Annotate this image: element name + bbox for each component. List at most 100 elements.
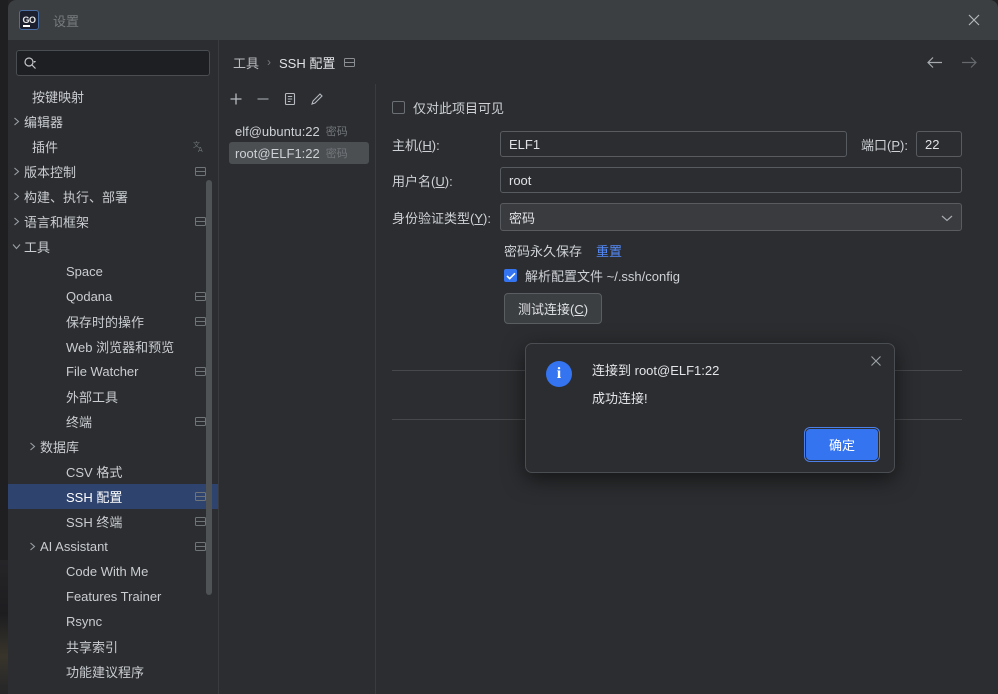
logo-text: GO xyxy=(22,15,36,25)
sidebar-item-label: Web 浏览器和预览 xyxy=(66,340,175,355)
sidebar-item-label: 工具 xyxy=(24,240,51,255)
search-container xyxy=(8,40,218,82)
project-scope-icon xyxy=(195,491,206,502)
sidebar-item-22[interactable]: 共享索引 xyxy=(8,634,218,659)
sidebar-item-label: SSH 配置 xyxy=(66,490,123,505)
ssh-config-list: elf@ubuntu:22 密码 root@ELF1:22 密码 xyxy=(219,114,375,164)
edit-config-button[interactable] xyxy=(310,92,324,106)
ssh-config-item[interactable]: elf@ubuntu:22 密码 xyxy=(229,120,369,142)
goland-logo-icon: GO xyxy=(19,10,39,30)
chevron-collapsed-icon[interactable] xyxy=(8,192,24,201)
sidebar-item-label: 按键映射 xyxy=(32,90,85,105)
username-input[interactable] xyxy=(500,167,962,193)
breadcrumb-separator: › xyxy=(267,55,272,69)
plus-icon xyxy=(230,93,242,105)
sidebar-item-4[interactable]: 构建、执行、部署 xyxy=(8,184,218,209)
test-connection-row: 测试连接(C) xyxy=(504,293,962,324)
sidebar-item-0[interactable]: 按键映射 xyxy=(8,84,218,109)
project-scope-icon xyxy=(195,516,206,527)
sidebar-item-20[interactable]: Features Trainer xyxy=(8,584,218,609)
remove-config-button[interactable] xyxy=(256,92,270,106)
parse-config-row[interactable]: 解析配置文件 ~/.ssh/config xyxy=(504,266,962,285)
sidebar-item-9[interactable]: 保存时的操作 xyxy=(8,309,218,334)
chevron-expanded-icon[interactable] xyxy=(8,242,24,251)
close-icon xyxy=(871,356,881,366)
sidebar-item-7[interactable]: Space xyxy=(8,259,218,284)
sidebar-item-5[interactable]: 语言和框架 xyxy=(8,209,218,234)
parse-config-checkbox[interactable] xyxy=(504,269,517,282)
copy-config-button[interactable] xyxy=(283,92,297,106)
chevron-collapsed-icon[interactable] xyxy=(8,217,24,226)
ssh-config-name: elf@ubuntu:22 xyxy=(235,123,320,139)
settings-content: 工具 › SSH 配置 elf@ubuntu:22 密码 root@ELF1:2… xyxy=(218,40,998,694)
navigation-buttons xyxy=(926,56,984,69)
password-save-label: 密码永久保存 xyxy=(504,244,583,259)
ssh-config-auth: 密码 xyxy=(325,148,348,160)
sidebar-item-8[interactable]: Qodana xyxy=(8,284,218,309)
search-box[interactable] xyxy=(16,50,210,76)
sidebar-item-12[interactable]: 外部工具 xyxy=(8,384,218,409)
check-icon xyxy=(505,272,516,280)
host-label: 主机(H): xyxy=(392,137,440,153)
sidebar-item-label: Qodana xyxy=(66,289,113,304)
breadcrumb-parent[interactable]: 工具 xyxy=(233,53,259,72)
sidebar-item-6[interactable]: 工具 xyxy=(8,234,218,259)
sidebar-item-21[interactable]: Rsync xyxy=(8,609,218,634)
auth-type-value: 密码 xyxy=(509,210,536,226)
visible-only-label: 仅对此项目可见 xyxy=(413,101,505,116)
arrow-right-icon xyxy=(962,56,977,68)
sidebar-scrollbar[interactable] xyxy=(206,180,212,595)
host-input[interactable] xyxy=(500,131,848,157)
sidebar-item-1[interactable]: 编辑器 xyxy=(8,109,218,134)
sidebar-item-10[interactable]: Web 浏览器和预览 xyxy=(8,334,218,359)
translate-scope-icon: 文A xyxy=(193,140,206,153)
project-scope-icon xyxy=(195,216,206,227)
sidebar-item-label: 语言和框架 xyxy=(24,215,90,230)
add-config-button[interactable] xyxy=(229,92,243,106)
sidebar-item-13[interactable]: 终端 xyxy=(8,409,218,434)
sidebar-item-23[interactable]: 功能建议程序 xyxy=(8,659,218,684)
port-input[interactable] xyxy=(916,131,962,157)
sidebar-item-2[interactable]: 插件 文 A xyxy=(8,134,218,159)
auth-type-label: 身份验证类型(Y): xyxy=(392,210,491,226)
ssh-config-item[interactable]: root@ELF1:22 密码 xyxy=(229,142,369,164)
username-row: 用户名(U): xyxy=(392,167,962,193)
sidebar-item-3[interactable]: 版本控制 xyxy=(8,159,218,184)
reset-password-link[interactable]: 重置 xyxy=(596,241,622,260)
dialog-body: i 连接到 root@ELF1:22 成功连接! xyxy=(526,344,894,407)
sidebar-item-18[interactable]: AI Assistant xyxy=(8,534,218,559)
search-input[interactable] xyxy=(41,56,203,70)
sidebar-item-16[interactable]: SSH 配置 xyxy=(8,484,218,509)
test-connection-button[interactable]: 测试连接(C) xyxy=(504,293,603,324)
sidebar-item-17[interactable]: SSH 终端 xyxy=(8,509,218,534)
chevron-collapsed-icon[interactable] xyxy=(8,167,24,176)
auth-type-select[interactable]: 密码 xyxy=(500,203,962,231)
chevron-collapsed-icon[interactable] xyxy=(8,117,24,126)
visible-only-row[interactable]: 仅对此项目可见 xyxy=(392,98,962,117)
chevron-collapsed-icon[interactable] xyxy=(24,442,40,451)
project-scope-icon xyxy=(195,366,206,377)
nav-back-button[interactable] xyxy=(926,56,943,69)
sidebar-item-15[interactable]: CSV 格式 xyxy=(8,459,218,484)
sidebar-item-11[interactable]: File Watcher xyxy=(8,359,218,384)
sidebar-item-label: 编辑器 xyxy=(24,115,64,130)
dialog-footer: 确定 xyxy=(803,427,881,462)
project-scope-icon xyxy=(195,541,206,552)
sidebar-item-label: 保存时的操作 xyxy=(66,315,145,330)
nav-forward-button[interactable] xyxy=(961,56,978,69)
connection-result-dialog: i 连接到 root@ELF1:22 成功连接! 确定 xyxy=(525,343,895,473)
sidebar-item-14[interactable]: 数据库 xyxy=(8,434,218,459)
visible-only-checkbox[interactable] xyxy=(392,101,405,114)
sidebar-item-label: File Watcher xyxy=(66,364,139,379)
title-bar: GO 设置 xyxy=(8,0,998,40)
sidebar-item-label: 终端 xyxy=(66,415,93,430)
chevron-collapsed-icon[interactable] xyxy=(24,542,40,551)
window-title: 设置 xyxy=(53,13,80,29)
parse-config-label: 解析配置文件 ~/.ssh/config xyxy=(525,269,680,284)
window-close-button[interactable] xyxy=(964,10,984,30)
dialog-ok-button[interactable]: 确定 xyxy=(803,427,881,462)
sidebar-item-19[interactable]: Code With Me xyxy=(8,559,218,584)
dialog-close-button[interactable] xyxy=(868,353,884,369)
sidebar-item-label: 构建、执行、部署 xyxy=(24,190,129,205)
host-row: 主机(H): 端口(P): xyxy=(392,131,962,157)
